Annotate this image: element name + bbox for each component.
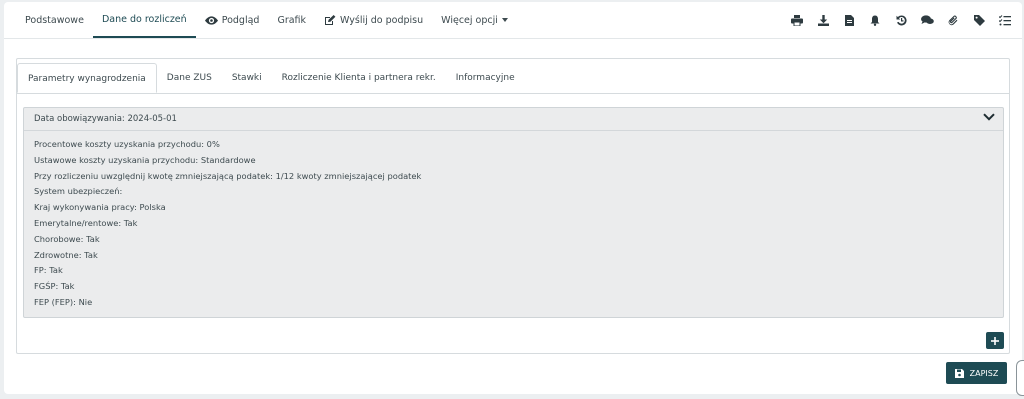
paperclip-icon xyxy=(948,15,957,25)
tag-icon xyxy=(973,14,985,26)
action-toolbar xyxy=(784,2,1018,38)
side-widget-handle[interactable] xyxy=(1016,360,1024,396)
nav-wiecej-opcji-dropdown[interactable]: Więcej opcji xyxy=(432,2,517,38)
subtabs: Parametry wynagrodzenia Dane ZUS Stawki … xyxy=(17,63,525,93)
panel-title: Data obowiązywania: 2024-05-01 xyxy=(34,114,177,124)
list-item: System ubezpieczeń: xyxy=(34,186,123,197)
download-icon xyxy=(817,14,829,26)
tab-parametry-wynagrodzenia[interactable]: Parametry wynagrodzenia xyxy=(17,63,157,93)
save-button[interactable]: ZAPISZ xyxy=(946,362,1007,384)
print-button[interactable] xyxy=(784,7,810,33)
tab-label: Rozliczenie Klienta i partnera rekr. xyxy=(281,73,436,83)
history-icon xyxy=(896,14,907,25)
edit-icon xyxy=(325,14,336,25)
parameter-list: Procentowe koszty uzyskania przychodu: 0… xyxy=(34,137,421,311)
nav-grafik[interactable]: Grafik xyxy=(268,2,315,38)
list-item: FEP (FEP): Nie xyxy=(34,296,93,307)
eye-icon xyxy=(204,15,218,25)
chevron-down-icon[interactable] xyxy=(983,113,995,121)
tab-informacyjne[interactable]: Informacyjne xyxy=(446,63,525,93)
nav-wyslij-label: Wyślij do podpisu xyxy=(340,14,424,26)
nav-podglad-label: Podgląd xyxy=(221,14,260,26)
list-item: Procentowe koszty uzyskania przychodu: 0… xyxy=(34,139,220,149)
plus-icon xyxy=(991,336,999,345)
list-item: Ustawowe koszty uzyskania przychodu: Sta… xyxy=(34,154,256,165)
tab-label: Stawki xyxy=(231,73,262,83)
comments-icon xyxy=(920,15,934,24)
nav-wyslij-do-podpisu[interactable]: Wyślij do podpisu xyxy=(315,2,432,38)
top-navigation-bar: Podstawowe Dane do rozliczeń Podgląd Gra… xyxy=(4,2,1022,39)
list-item: Chorobowe: Tak xyxy=(34,233,100,244)
tab-rozliczenie-klienta[interactable]: Rozliczenie Klienta i partnera rekr. xyxy=(272,63,446,93)
save-button-label: ZAPISZ xyxy=(969,368,999,378)
tab-label: Parametry wynagrodzenia xyxy=(28,74,146,84)
add-button[interactable] xyxy=(986,332,1004,349)
page: Podstawowe Dane do rozliczeń Podgląd Gra… xyxy=(4,2,1022,394)
nav-podglad[interactable]: Podgląd xyxy=(196,2,269,38)
list-item: Zdrowotne: Tak xyxy=(34,249,98,260)
tags-button[interactable] xyxy=(966,7,992,33)
list-item: Przy rozliczeniu uwzględnij kwotę zmniej… xyxy=(34,170,422,181)
nav-podstawowe[interactable]: Podstawowe xyxy=(16,2,93,38)
nav-grafik-label: Grafik xyxy=(277,14,307,26)
nav-dane-do-rozliczen[interactable]: Dane do rozliczeń xyxy=(92,2,196,38)
attachments-button[interactable] xyxy=(940,7,966,33)
nav-dane-label: Dane do rozliczeń xyxy=(101,13,187,25)
checklist-button[interactable] xyxy=(992,7,1018,33)
list-item: FGŚP: Tak xyxy=(34,281,75,292)
download-button[interactable] xyxy=(810,7,836,33)
comments-button[interactable] xyxy=(914,7,940,33)
salary-parameters-panel: Data obowiązywania: 2024-05-01 Procentow… xyxy=(23,107,1004,318)
document-icon xyxy=(844,14,854,26)
nav-podstawowe-label: Podstawowe xyxy=(25,14,84,26)
tab-label: Informacyjne xyxy=(455,73,515,83)
caret-down-icon xyxy=(501,18,508,22)
floppy-disk-icon xyxy=(954,368,964,378)
notifications-button[interactable] xyxy=(862,7,888,33)
top-nav: Podstawowe Dane do rozliczeń Podgląd Gra… xyxy=(16,2,517,38)
content-card: Parametry wynagrodzenia Dane ZUS Stawki … xyxy=(16,58,1010,354)
tab-dane-zus[interactable]: Dane ZUS xyxy=(157,63,222,93)
tab-stawki[interactable]: Stawki xyxy=(222,63,272,93)
checklist-icon xyxy=(999,14,1011,25)
panel-header[interactable]: Data obowiązywania: 2024-05-01 xyxy=(24,108,1003,131)
tabs-divider xyxy=(16,93,1010,94)
list-item: Emerytalne/rentowe: Tak xyxy=(34,217,138,228)
list-item: Kraj wykonywania pracy: Polska xyxy=(34,202,166,213)
tab-label: Dane ZUS xyxy=(166,73,212,83)
history-button[interactable] xyxy=(888,7,914,33)
nav-wiecej-label: Więcej opcji xyxy=(441,14,498,26)
print-icon xyxy=(791,14,803,26)
document-button[interactable] xyxy=(836,7,862,33)
bell-icon xyxy=(870,15,880,26)
list-item: FP: Tak xyxy=(34,265,63,276)
